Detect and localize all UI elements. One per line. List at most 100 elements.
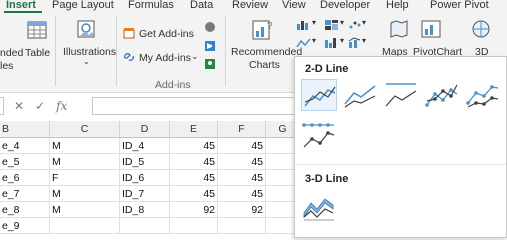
- section-title-2d-line: 2-D Line: [305, 63, 349, 75]
- insert-function-icon[interactable]: fx: [56, 99, 67, 113]
- recommended-pivottables-label-1: nded: [0, 47, 24, 59]
- chevron-down-icon: ⌄: [83, 57, 90, 66]
- illustrations-icon: [77, 20, 95, 38]
- 3d-map-icon[interactable]: [470, 19, 492, 41]
- recommended-charts-label-2: Charts: [249, 59, 280, 71]
- chevron-down-icon: ▾: [340, 36, 345, 45]
- recommended-charts-label-1: Recommended: [231, 46, 303, 58]
- tab-developer[interactable]: Developer: [320, 0, 370, 11]
- ribbon-tab-bar: Insert Page Layout Formulas Data Review …: [0, 0, 507, 13]
- cell-e[interactable]: 92: [170, 202, 218, 218]
- my-addins-label: My Add-ins: [139, 52, 191, 64]
- tab-help[interactable]: Help: [386, 0, 409, 11]
- cell-b[interactable]: e_7: [0, 186, 50, 202]
- recommended-charts-icon: ?: [252, 20, 273, 40]
- cell-c[interactable]: M: [50, 154, 120, 170]
- worksheet-grid[interactable]: B C D E F G e_4 M ID_4 45 45 e_5 M ID_5 …: [0, 121, 300, 238]
- cell-d[interactable]: ID_6: [120, 170, 170, 186]
- people-graph-icon[interactable]: [204, 58, 216, 70]
- pivotchart-icon[interactable]: [420, 19, 442, 41]
- group-separator: [55, 16, 56, 86]
- cell-d[interactable]: ID_5: [120, 154, 170, 170]
- visio-icon[interactable]: [204, 21, 216, 33]
- tab-review[interactable]: Review: [232, 0, 268, 11]
- statistic-chart-icon[interactable]: [324, 37, 340, 49]
- cell-b[interactable]: e_4: [0, 138, 50, 154]
- cell-c[interactable]: M: [50, 138, 120, 154]
- line-with-markers-option[interactable]: [424, 79, 460, 111]
- line-chart-option[interactable]: [301, 79, 337, 111]
- addins-group-label: Add-ins: [155, 79, 191, 91]
- get-addins-label: Get Add-ins: [139, 28, 194, 40]
- 100-stacked-line-chart-option[interactable]: [383, 79, 419, 111]
- cell-d[interactable]: [120, 218, 170, 234]
- chevron-down-icon: ▾: [362, 36, 367, 45]
- cell-c[interactable]: M: [50, 202, 120, 218]
- enter-icon[interactable]: ✓: [35, 99, 45, 113]
- chevron-down-icon: ▾: [312, 36, 317, 45]
- tab-page-layout[interactable]: Page Layout: [52, 0, 114, 11]
- column-header-e[interactable]: E: [170, 121, 218, 138]
- store-icon: [123, 28, 135, 39]
- column-chart-icon[interactable]: [296, 19, 312, 31]
- maps-icon[interactable]: [388, 19, 410, 41]
- tab-data[interactable]: Data: [190, 0, 213, 11]
- stacked-line-chart-option[interactable]: [342, 79, 378, 111]
- cell-f[interactable]: [218, 218, 266, 234]
- cell-c[interactable]: M: [50, 186, 120, 202]
- line-chart-icon: [304, 86, 336, 107]
- bing-maps-icon[interactable]: [204, 40, 216, 52]
- column-header-d[interactable]: D: [120, 121, 170, 138]
- cell-b[interactable]: e_9: [0, 218, 50, 234]
- column-header-c[interactable]: C: [50, 121, 120, 138]
- chevron-down-icon: ⌄: [191, 51, 199, 61]
- column-header-f[interactable]: F: [218, 121, 266, 138]
- cancel-icon[interactable]: ✕: [14, 99, 24, 113]
- cell-c[interactable]: [50, 218, 120, 234]
- 3d-line-chart-option[interactable]: [301, 191, 337, 223]
- cell-e[interactable]: 45: [170, 186, 218, 202]
- 100-stacked-line-with-markers-option[interactable]: [301, 120, 337, 152]
- cell-f[interactable]: 45: [218, 186, 266, 202]
- group-separator: [116, 16, 117, 86]
- tab-power-pivot[interactable]: Power Pivot: [430, 0, 489, 11]
- tab-formulas[interactable]: Formulas: [128, 0, 174, 11]
- cell-b[interactable]: e_5: [0, 154, 50, 170]
- hierarchy-chart-icon[interactable]: [324, 19, 340, 31]
- tab-view[interactable]: View: [282, 0, 306, 11]
- stacked-line-chart-icon: [344, 85, 376, 108]
- stacked-line-with-markers-option[interactable]: [465, 79, 501, 111]
- scatter-chart-icon[interactable]: [348, 19, 362, 31]
- table-label: Table: [25, 47, 51, 59]
- line-chart-icon[interactable]: [296, 37, 312, 49]
- cell-d[interactable]: ID_7: [120, 186, 170, 202]
- cell-e[interactable]: [170, 218, 218, 234]
- chevron-down-icon: ▾: [312, 18, 317, 27]
- line-chart-gallery: 2-D Line 3-D Line: [294, 56, 507, 238]
- svg-text:?: ?: [267, 21, 273, 32]
- cell-b[interactable]: e_6: [0, 170, 50, 186]
- section-divider: [295, 164, 506, 165]
- cell-f[interactable]: 45: [218, 170, 266, 186]
- cell-f[interactable]: 45: [218, 154, 266, 170]
- line-with-markers-icon: [425, 84, 458, 107]
- stacked-line-with-markers-icon: [466, 85, 499, 108]
- chevron-down-icon: ▾: [340, 18, 345, 27]
- column-header-b[interactable]: B: [0, 121, 50, 138]
- cell-e[interactable]: 45: [170, 170, 218, 186]
- 3d-line-chart-icon: [303, 198, 334, 221]
- cell-c[interactable]: F: [50, 170, 120, 186]
- chevron-down-icon: ▾: [362, 18, 367, 27]
- name-box[interactable]: [0, 97, 4, 115]
- formula-input[interactable]: [92, 97, 302, 115]
- cell-e[interactable]: 45: [170, 138, 218, 154]
- formula-controls: ✕ ✓ fx: [6, 97, 90, 115]
- combo-chart-icon[interactable]: [348, 37, 362, 49]
- cell-d[interactable]: ID_4: [120, 138, 170, 154]
- cell-f[interactable]: 45: [218, 138, 266, 154]
- cell-b[interactable]: e_8: [0, 202, 50, 218]
- tab-insert[interactable]: Insert: [6, 0, 36, 11]
- cell-e[interactable]: 45: [170, 154, 218, 170]
- cell-d[interactable]: ID_8: [120, 202, 170, 218]
- cell-f[interactable]: 92: [218, 202, 266, 218]
